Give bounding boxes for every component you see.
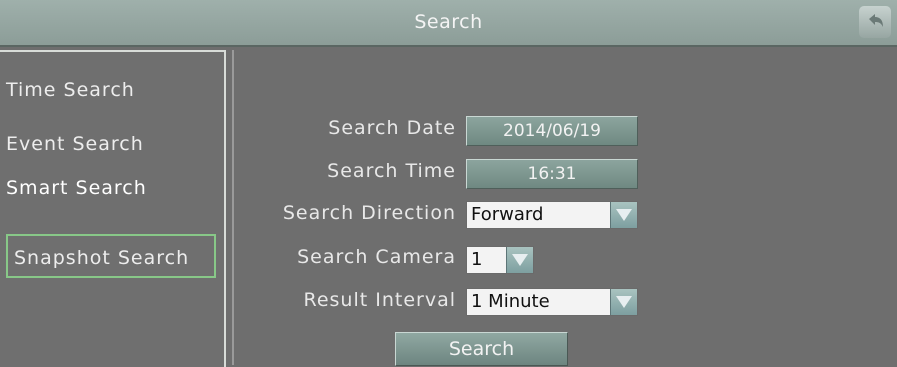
back-button[interactable]	[859, 6, 891, 38]
search-date-field[interactable]: 2014/06/19	[466, 116, 638, 146]
search-direction-label: Search Direction	[282, 202, 456, 224]
search-camera-label: Search Camera	[297, 246, 456, 268]
divider	[232, 50, 234, 365]
search-direction-dropdown[interactable]	[610, 202, 637, 228]
result-interval-dropdown[interactable]	[610, 289, 637, 315]
chevron-down-icon	[616, 209, 632, 221]
page-title: Search	[414, 11, 483, 33]
chevron-down-icon	[512, 254, 528, 266]
back-arrow-icon	[869, 14, 883, 27]
search-direction-value: Forward	[471, 204, 544, 225]
sidebar-item-snapshot-search[interactable]: Snapshot Search	[6, 234, 216, 278]
search-time-label: Search Time	[327, 160, 456, 182]
sidebar: Time Search Event Search Smart Search Sn…	[0, 50, 226, 367]
sidebar-item-time-search[interactable]: Time Search	[6, 79, 135, 101]
search-button[interactable]: Search	[395, 332, 568, 366]
sidebar-item-event-search[interactable]: Event Search	[6, 133, 144, 155]
sidebar-item-smart-search[interactable]: Smart Search	[6, 177, 147, 199]
search-time-field[interactable]: 16:31	[466, 159, 638, 189]
search-form: Search Date 2014/06/19 Search Time 16:31…	[236, 50, 897, 365]
search-date-label: Search Date	[328, 117, 456, 139]
search-camera-value: 1	[471, 249, 483, 270]
search-camera-dropdown[interactable]	[506, 247, 533, 273]
result-interval-select[interactable]: 1 Minute	[466, 288, 638, 316]
result-interval-value: 1 Minute	[471, 291, 550, 312]
search-camera-select[interactable]: 1	[466, 246, 534, 274]
chevron-down-icon	[616, 296, 632, 308]
result-interval-label: Result Interval	[303, 289, 456, 311]
search-direction-select[interactable]: Forward	[466, 201, 638, 229]
title-bar: Search	[0, 0, 897, 47]
